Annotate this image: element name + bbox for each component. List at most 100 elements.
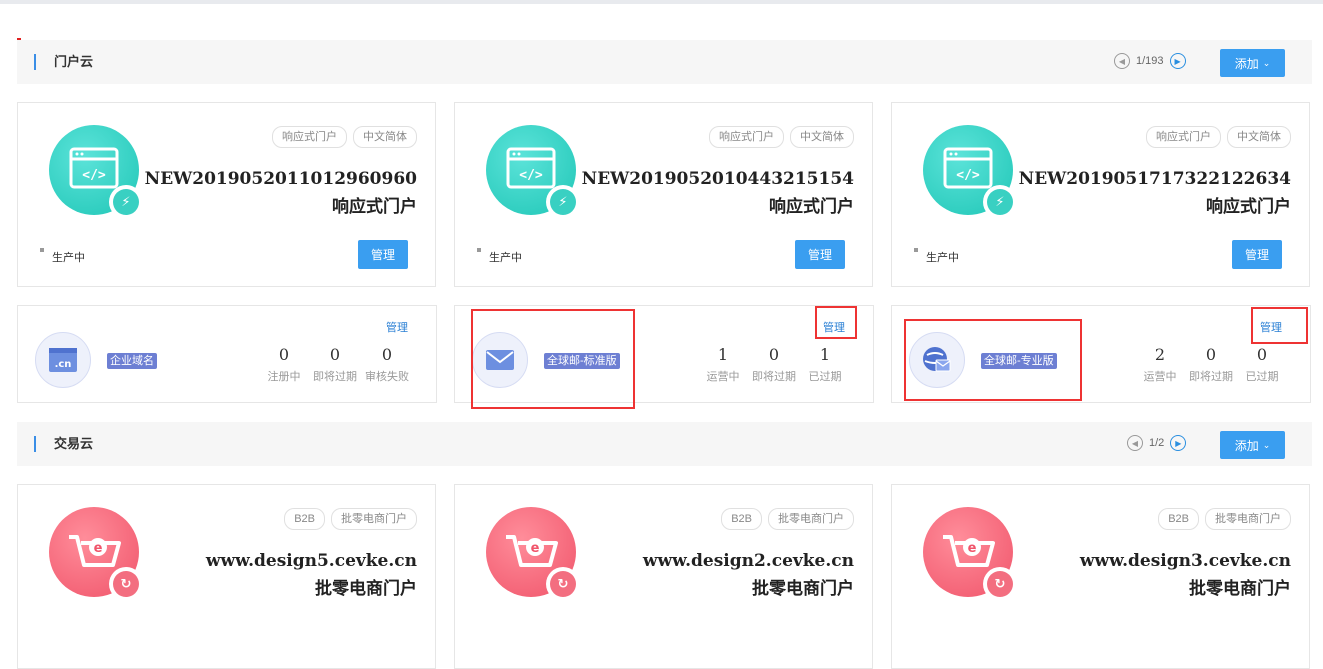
tag-list: B2B 批零电商门户 (284, 508, 417, 530)
manage-button[interactable]: 管理 (795, 240, 845, 269)
stat-label: 运营中 (1143, 371, 1177, 383)
status-text: 生产中 (489, 252, 522, 264)
add-button-label: 添加 (1234, 438, 1259, 453)
tag-list: 响应式门户 中文简体 (1146, 126, 1291, 148)
code-window-icon: </> ⚡ (486, 125, 580, 219)
pager: ◀ 1/2 ▶ (1127, 435, 1187, 451)
stat-item: 0 即将过期 (1189, 346, 1233, 384)
portal-card: </> ⚡ 响应式门户 中文简体 NEW2019051717322122634 … (891, 102, 1310, 287)
add-button[interactable]: 添加 ⌄ (1220, 49, 1285, 77)
stat-value: 0 (278, 345, 290, 364)
stat-label: 已过期 (808, 371, 842, 383)
page-indicator: 1/193 (1136, 55, 1164, 67)
card-title-domain: www.design3.cevke.cn (1079, 551, 1291, 571)
prev-page-icon[interactable]: ◀ (1127, 435, 1143, 451)
card-title-id: NEW2019051717322122634 (1018, 169, 1291, 189)
highlight-box (815, 306, 857, 339)
svg-text:.cn: .cn (55, 359, 72, 370)
lightning-badge-icon: ⚡ (983, 185, 1017, 219)
trade-section-header: 交易云 ◀ 1/2 ▶ 添加 ⌄ (17, 422, 1312, 466)
refresh-badge-icon: ↻ (546, 567, 580, 601)
cn-domain-icon: .cn (35, 332, 91, 388)
stat-label: 即将过期 (752, 371, 796, 383)
pager: ◀ 1/193 ▶ (1114, 53, 1186, 69)
add-button-label: 添加 (1234, 56, 1259, 71)
trade-card: e ↻ B2B 批零电商门户 www.design2.cevke.cn 批零电商… (454, 484, 873, 669)
code-window-icon: </> ⚡ (923, 125, 1017, 219)
tag: 响应式门户 (1146, 126, 1221, 148)
add-button[interactable]: 添加 ⌄ (1220, 431, 1285, 459)
page-indicator: 1/2 (1149, 437, 1165, 449)
portal-section-header: 门户云 ◀ 1/193 ▶ 添加 ⌄ (17, 40, 1312, 84)
card-title: NEW2019052010443215154 响应式门户 (582, 165, 854, 221)
tag: 中文简体 (353, 126, 417, 148)
card-title: NEW2019051717322122634 响应式门户 (1019, 165, 1291, 221)
svg-text:e: e (531, 541, 540, 556)
stat-value: 0 (329, 345, 341, 364)
portal-card: </> ⚡ 响应式门户 中文简体 NEW2019052010443215154 … (454, 102, 873, 287)
stat-value: 2 (1154, 345, 1166, 364)
service-stats: 1 运营中 0 即将过期 1 已过期 (702, 346, 846, 384)
chevron-down-icon: ⌄ (1262, 57, 1271, 68)
card-title-domain: www.design5.cevke.cn (205, 551, 417, 571)
card-title-domain: www.design2.cevke.cn (642, 551, 854, 571)
status-dot-icon (477, 248, 481, 252)
manage-button[interactable]: 管理 (1232, 240, 1282, 269)
tag-list: B2B 批零电商门户 (1158, 508, 1291, 530)
card-title: www.design5.cevke.cn 批零电商门户 (206, 547, 417, 603)
card-title-type: 响应式门户 (1206, 197, 1291, 217)
stat-item: 1 运营中 (702, 346, 744, 384)
top-divider (0, 0, 1323, 4)
highlight-box (904, 319, 1082, 401)
stat-value: 0 (1205, 345, 1217, 364)
status: 生产中 (914, 248, 959, 265)
stat-value: 0 (768, 345, 780, 364)
manage-link[interactable]: 管理 (386, 319, 408, 335)
stat-item: 0 即将过期 (313, 346, 357, 384)
next-page-icon[interactable]: ▶ (1170, 435, 1187, 451)
shopping-cart-icon: e ↻ (923, 507, 1017, 601)
svg-text:</>: </> (82, 168, 106, 183)
lightning-badge-icon: ⚡ (546, 185, 580, 219)
card-title: www.design2.cevke.cn 批零电商门户 (643, 547, 854, 603)
card-title-type: 批零电商门户 (752, 579, 854, 599)
tag-list: 响应式门户 中文简体 (709, 126, 854, 148)
portal-card: </> ⚡ 响应式门户 中文简体 NEW2019052011012960960 … (17, 102, 436, 287)
refresh-badge-icon: ↻ (983, 567, 1017, 601)
stat-label: 即将过期 (1189, 371, 1233, 383)
svg-text:e: e (968, 541, 977, 556)
status-text: 生产中 (52, 252, 85, 264)
stat-item: 0 注册中 (263, 346, 305, 384)
service-label: 企业域名 (107, 353, 157, 369)
trade-card: e ↻ B2B 批零电商门户 www.design3.cevke.cn 批零电商… (891, 484, 1310, 669)
stat-label: 运营中 (706, 371, 740, 383)
stat-item: 1 已过期 (804, 346, 846, 384)
tag: 响应式门户 (709, 126, 784, 148)
stat-value: 1 (717, 345, 729, 364)
stat-value: 0 (381, 345, 393, 364)
stat-label: 已过期 (1245, 371, 1279, 383)
card-title: www.design3.cevke.cn 批零电商门户 (1080, 547, 1291, 603)
section-title: 交易云 (54, 436, 94, 451)
service-stats: 2 运营中 0 即将过期 0 已过期 (1139, 346, 1283, 384)
stat-value: 1 (819, 345, 831, 364)
stat-item: 2 运营中 (1139, 346, 1181, 384)
card-title-type: 批零电商门户 (315, 579, 417, 599)
highlight-box (1251, 307, 1308, 344)
highlight-box (471, 309, 635, 409)
next-page-icon[interactable]: ▶ (1169, 53, 1186, 69)
stat-label: 审核失败 (365, 371, 409, 383)
prev-page-icon[interactable]: ◀ (1114, 53, 1130, 69)
card-title-type: 批零电商门户 (1189, 579, 1291, 599)
lightning-badge-icon: ⚡ (109, 185, 143, 219)
svg-text:</>: </> (956, 168, 980, 183)
stat-value: 0 (1256, 345, 1268, 364)
tag: 批零电商门户 (331, 508, 417, 530)
status-dot-icon (40, 248, 44, 252)
manage-button[interactable]: 管理 (358, 240, 408, 269)
stat-item: 0 即将过期 (752, 346, 796, 384)
tag: B2B (721, 508, 762, 530)
code-window-icon: </> ⚡ (49, 125, 143, 219)
card-title-id: NEW2019052010443215154 (581, 169, 854, 189)
svg-text:</>: </> (519, 168, 543, 183)
